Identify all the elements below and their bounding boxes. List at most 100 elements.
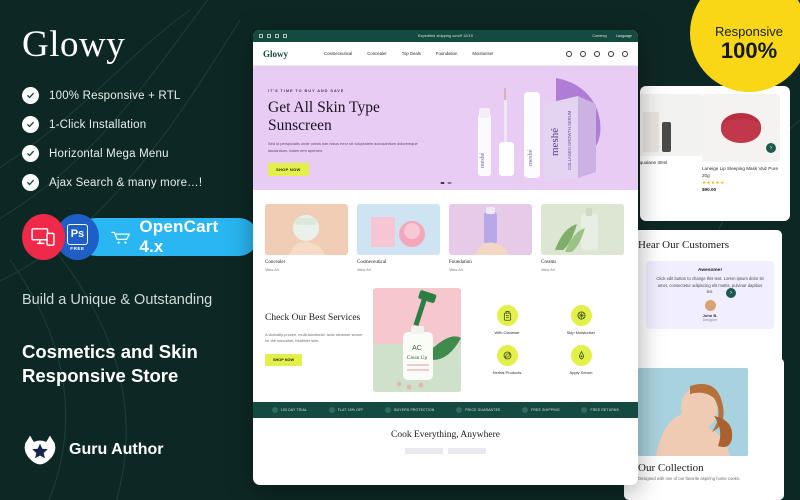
responsive-devices-badge xyxy=(22,214,65,260)
site-logo[interactable]: Glowy xyxy=(263,49,288,59)
category-name: Concealer xyxy=(265,260,286,265)
moisturiser-icon xyxy=(570,304,592,326)
photoshop-icon: Ps xyxy=(66,223,88,245)
serum-icon xyxy=(570,344,592,366)
trust-badge: FREE RETURNS xyxy=(581,406,620,413)
service-item[interactable]: Skip Moisturiser xyxy=(553,304,609,335)
compare-icon[interactable] xyxy=(608,50,614,57)
trust-icon xyxy=(581,406,588,413)
opencart-badge: OpenCart 4.x xyxy=(76,217,258,256)
product-card[interactable]: Active Retinoid 1% in Squalane 30ml ★★★★… xyxy=(640,94,702,180)
check-icon xyxy=(22,87,39,104)
category-card[interactable]: Cosmeceutical View All xyxy=(357,204,440,272)
testimonial-section-heading: Hear Our Customers xyxy=(638,239,730,251)
category-view-all[interactable]: View All xyxy=(265,267,348,272)
responsive-badge-line1: Responsive xyxy=(715,23,783,39)
check-icon xyxy=(22,116,39,133)
category-view-all[interactable]: View All xyxy=(357,267,440,272)
currency-selector[interactable]: Currency xyxy=(592,34,607,38)
trust-badge: 100 DAY TRIAL xyxy=(271,406,308,413)
testimonial-card: Awesome! Click edit button to change thi… xyxy=(646,261,774,329)
cart-icon[interactable] xyxy=(622,50,628,57)
nav-item-top-deals[interactable]: Top Deals xyxy=(402,51,421,56)
category-card[interactable]: Concealer View All xyxy=(265,204,348,272)
collection-heading: Our Collection xyxy=(638,462,704,474)
placeholder-bar xyxy=(405,447,443,454)
carousel-dot-1[interactable] xyxy=(440,182,444,184)
trust-label: FREE SHIPPING xyxy=(531,407,560,412)
trust-label: BUYERS PROTECTION xyxy=(394,407,435,412)
trust-icon xyxy=(271,406,278,413)
services-text: A clinically-proven, multi-functional, t… xyxy=(265,331,363,344)
feature-label: Ajax Search & many more…! xyxy=(49,176,203,189)
placeholder-bar xyxy=(448,447,486,454)
tagline-big: Cosmetics and Skin Responsive Store xyxy=(22,341,198,387)
hero-banner: IT'S TIME TO BUY AND SAVE Get All Skin T… xyxy=(253,66,638,190)
hero-kicker: IT'S TIME TO BUY AND SAVE xyxy=(268,88,345,93)
category-image xyxy=(449,204,532,255)
product-price: $90.00 xyxy=(702,187,717,193)
guru-author-logo-icon xyxy=(24,435,56,465)
carousel-dot-2[interactable] xyxy=(447,182,451,184)
category-card[interactable]: Foundation View All xyxy=(449,204,532,272)
collection-text: Designed with one of our favorite aspiri… xyxy=(638,476,740,481)
service-item[interactable]: With Cleanser xyxy=(479,304,535,335)
feature-item: 1-Click Installation xyxy=(22,116,258,133)
hero-product-image: meshé COLLAGEN GROWTH SERUM meshé meshé xyxy=(438,78,618,190)
platform-badges: Ps FREE OpenCart 4.x xyxy=(22,214,258,260)
services-shop-now-button[interactable]: SHOP NOW xyxy=(265,354,303,367)
service-label: Skip Moisturiser xyxy=(566,329,596,335)
nav-item-foundation[interactable]: Foundation xyxy=(436,51,458,56)
category-image xyxy=(541,204,624,255)
feature-label: Horizontal Mega Menu xyxy=(49,147,169,160)
nav-item-concealer[interactable]: Concealer xyxy=(367,51,387,56)
carousel-next-arrow[interactable]: › xyxy=(766,143,776,153)
category-view-all[interactable]: View All xyxy=(541,267,624,272)
testimonial-role: Designer xyxy=(702,317,718,322)
trust-badges-bar: 100 DAY TRIAL FLAT 15% OFF BUYERS PROTEC… xyxy=(253,401,638,418)
responsive-corner-badge: Responsive 100% xyxy=(690,0,800,92)
side-mockup-products: Active Retinoid 1% in Squalane 30ml ★★★★… xyxy=(640,86,790,221)
hero-subtitle: Sed ut perspiciatis unde omnis iste natu… xyxy=(268,140,418,153)
devices-icon xyxy=(31,228,56,246)
services-product-image: AC Clean Up xyxy=(373,287,461,392)
account-icon[interactable] xyxy=(580,50,586,57)
check-icon xyxy=(22,145,39,162)
hero-carousel-dots[interactable] xyxy=(440,182,451,184)
nav-item-moisturiser[interactable]: Moisturiser xyxy=(472,51,493,56)
promo-panel: Glowy 100% Responsive + RTL 1-Click Inst… xyxy=(0,0,258,500)
nav-item-cosmeceutical[interactable]: Cosmeceutical xyxy=(324,51,352,56)
main-site-mockup: Expedited shipping cutoff 12/19 Currency… xyxy=(253,30,638,485)
wishlist-icon[interactable] xyxy=(594,50,600,57)
trust-label: FREE RETURNS xyxy=(590,407,620,412)
feature-item: 100% Responsive + RTL xyxy=(22,87,258,104)
hero-shop-now-button[interactable]: SHOP NOW xyxy=(268,163,309,177)
brand-title: Glowy xyxy=(22,24,126,65)
language-selector[interactable]: Language xyxy=(616,34,632,38)
trust-icon xyxy=(522,406,529,413)
check-icon xyxy=(22,174,39,191)
services-section: Check Our Best Services A clinically-pro… xyxy=(253,280,638,402)
header-icons xyxy=(566,50,628,57)
trust-label: 100 DAY TRIAL xyxy=(280,407,308,412)
service-item[interactable]: Apply Serum xyxy=(553,344,609,375)
feature-list: 100% Responsive + RTL 1-Click Installati… xyxy=(22,87,258,191)
service-item[interactable]: Herbal Products xyxy=(479,344,535,375)
svg-text:meshé: meshé xyxy=(480,152,486,168)
responsive-badge-line2: 100% xyxy=(720,38,778,64)
category-view-all[interactable]: View All xyxy=(449,267,532,272)
service-label: With Cleanser xyxy=(494,329,520,335)
category-name: Foundation xyxy=(449,260,472,265)
testimonial-body: Click edit button to change this text. L… xyxy=(656,276,764,294)
testimonial-next-arrow[interactable]: › xyxy=(726,288,736,298)
svg-text:meshé: meshé xyxy=(527,149,534,166)
service-label: Apply Serum xyxy=(569,369,593,375)
author-credit: Guru Author xyxy=(22,432,164,468)
trust-badge: BUYERS PROTECTION xyxy=(385,406,435,413)
search-icon[interactable] xyxy=(566,50,572,57)
services-grid: With Cleanser Skip Moisturiser Herbal Pr… xyxy=(479,304,609,375)
product-rating: ★★★★★ xyxy=(640,168,654,174)
announcement-bar: Expedited shipping cutoff 12/19 Currency… xyxy=(253,30,638,42)
category-card[interactable]: Creams View All xyxy=(541,204,624,272)
category-image xyxy=(265,204,348,255)
